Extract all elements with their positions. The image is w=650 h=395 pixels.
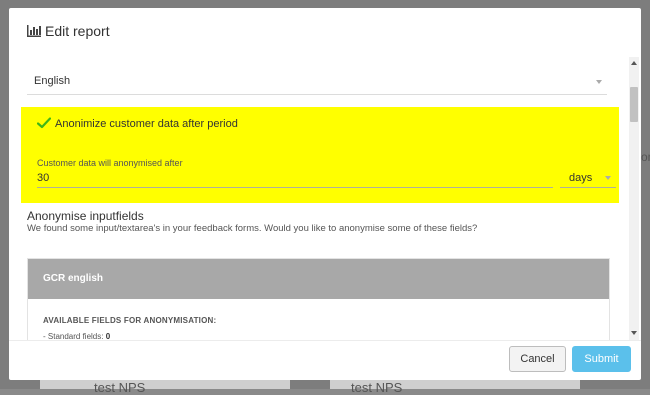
cancel-button[interactable]: Cancel	[509, 346, 566, 372]
modal-scrollbar[interactable]	[629, 57, 639, 340]
form-card: GCR english AVAILABLE FIELDS FOR ANONYMI…	[27, 258, 610, 340]
period-unit-select[interactable]: days	[560, 169, 616, 188]
anonymize-section: Anonimize customer data after period Cus…	[21, 107, 619, 203]
modal-header: Edit report	[9, 8, 641, 56]
standard-fields-count: 0	[105, 332, 111, 340]
period-field-label: Customer data will anonymised after	[37, 158, 183, 168]
background-text-right: test NPS	[351, 380, 403, 395]
available-fields-label: AVAILABLE FIELDS FOR ANONYMISATION:	[43, 316, 217, 325]
edit-report-modal: Edit report English Anonimize customer d…	[9, 8, 641, 380]
submit-button[interactable]: Submit	[572, 346, 631, 372]
period-input-value: 30	[37, 172, 50, 184]
checkmark-icon[interactable]	[37, 117, 51, 129]
bar-chart-icon	[27, 25, 41, 37]
modal-body: English Anonimize customer data after pe…	[9, 56, 629, 340]
anonymize-checkbox-label[interactable]: Anonimize customer data after period	[55, 118, 238, 130]
scroll-up-arrow-icon[interactable]	[631, 61, 637, 65]
chevron-down-icon	[605, 176, 611, 180]
inputfields-title: Anonymise inputfields	[27, 209, 144, 223]
language-select-value: English	[34, 75, 71, 87]
period-input[interactable]: 30	[37, 169, 553, 188]
modal-footer: Cancel Submit	[9, 340, 641, 380]
scrollbar-thumb[interactable]	[630, 87, 638, 122]
form-card-title: GCR english	[43, 273, 104, 284]
period-unit-value: days	[569, 172, 593, 184]
inputfields-description: We found some input/textarea's in your f…	[27, 223, 478, 234]
background-text-edge: on	[641, 150, 650, 164]
chevron-down-icon	[596, 80, 602, 84]
modal-title: Edit report	[45, 23, 110, 39]
language-select[interactable]: English	[27, 62, 607, 95]
scroll-down-arrow-icon[interactable]	[631, 331, 637, 335]
background-row	[40, 380, 290, 389]
standard-fields-label: - Standard fields:	[43, 332, 104, 340]
background-text-left: test NPS	[94, 380, 146, 395]
standard-fields-line: - Standard fields: 0	[43, 332, 110, 340]
form-card-header[interactable]: GCR english	[28, 259, 609, 299]
